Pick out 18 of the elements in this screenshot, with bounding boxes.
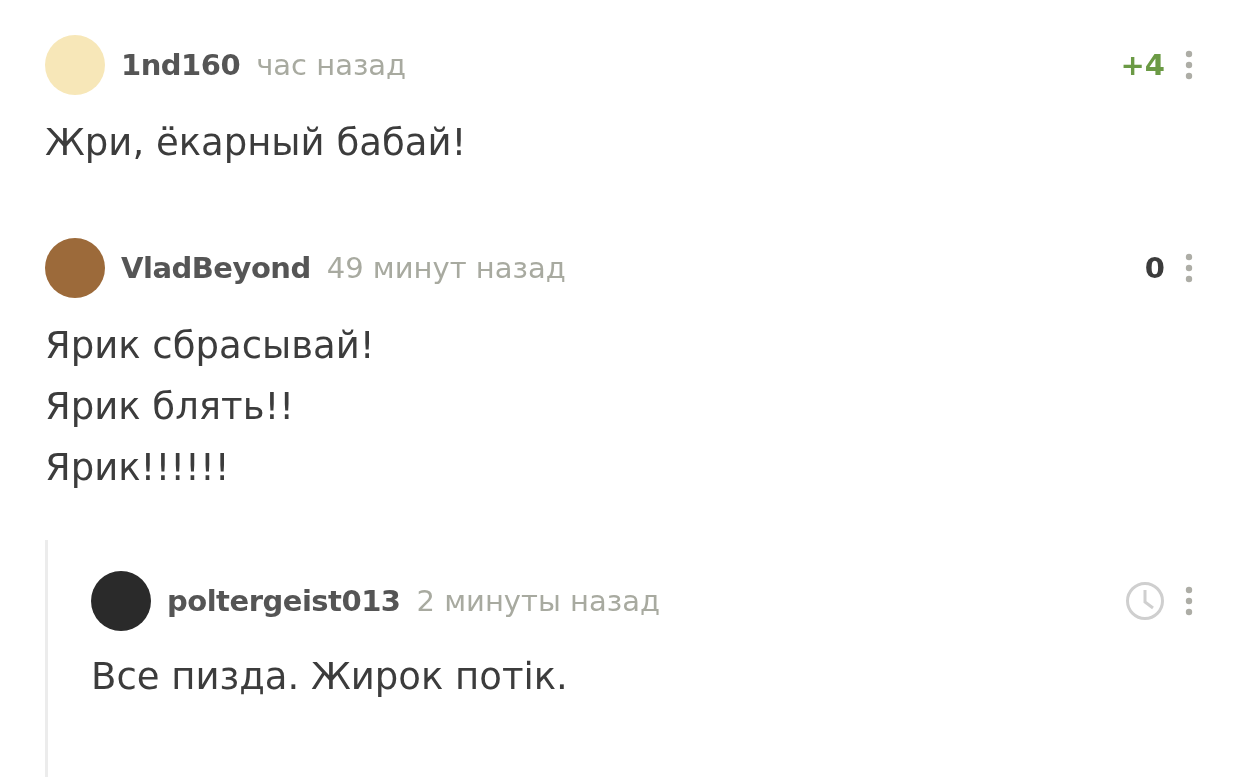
author-name[interactable]: 1nd160: [121, 48, 241, 82]
more-icon[interactable]: [1185, 586, 1195, 616]
comment-text: Ярик!!!!!!: [45, 445, 231, 491]
more-icon[interactable]: [1185, 50, 1195, 80]
comment-text: Ярик блять!!: [45, 384, 296, 430]
comment-text: Все пизда. Жирок потік.: [91, 654, 569, 700]
author-name[interactable]: poltergeist013: [167, 584, 401, 618]
avatar[interactable]: [91, 571, 151, 631]
author-name[interactable]: VladBeyond: [121, 251, 311, 285]
clock-icon: [1125, 581, 1165, 621]
comment-time: час назад: [256, 48, 407, 82]
rating-score: +4: [1120, 48, 1165, 82]
comment-text: Ярик сбрасывай!: [45, 323, 376, 369]
more-icon[interactable]: [1185, 253, 1195, 283]
comment-text: Жри, ёкарный бабай!: [45, 120, 468, 166]
rating-score: 0: [1144, 251, 1165, 285]
comment-time: 2 минуты назад: [416, 584, 660, 618]
comment-time: 49 минут назад: [326, 251, 566, 285]
